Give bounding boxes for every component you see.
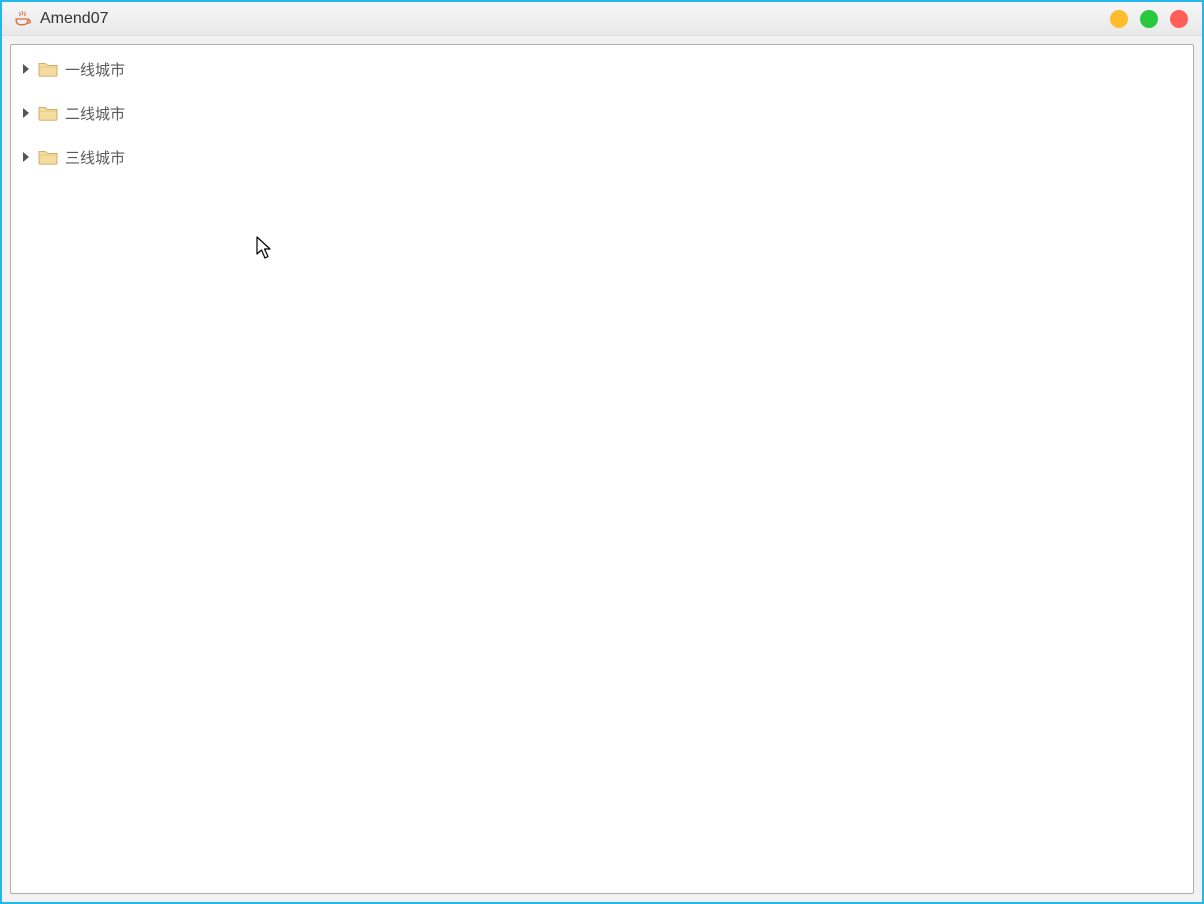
- chevron-right-icon[interactable]: [23, 64, 29, 74]
- java-cup-icon: [12, 9, 32, 29]
- tree-item-label: 三线城市: [65, 147, 125, 168]
- tree-view[interactable]: 一线城市 二线城市: [10, 44, 1194, 894]
- content-area: 一线城市 二线城市: [2, 36, 1202, 902]
- tree-item-tier1-cities[interactable]: 一线城市: [17, 53, 1187, 85]
- titlebar[interactable]: Amend07: [2, 2, 1202, 36]
- tree-item-tier2-cities[interactable]: 二线城市: [17, 97, 1187, 129]
- title-left-group: Amend07: [12, 9, 109, 29]
- tree-item-label: 一线城市: [65, 59, 125, 80]
- chevron-right-icon[interactable]: [23, 152, 29, 162]
- tree-item-tier3-cities[interactable]: 三线城市: [17, 141, 1187, 173]
- window-controls: [1110, 10, 1194, 28]
- maximize-button[interactable]: [1140, 10, 1158, 28]
- window-title: Amend07: [40, 10, 109, 28]
- folder-icon: [37, 60, 59, 78]
- folder-icon: [37, 148, 59, 166]
- window-frame: Amend07 一线城市: [0, 0, 1204, 904]
- minimize-button[interactable]: [1110, 10, 1128, 28]
- folder-icon: [37, 104, 59, 122]
- close-button[interactable]: [1170, 10, 1188, 28]
- chevron-right-icon[interactable]: [23, 108, 29, 118]
- tree-item-label: 二线城市: [65, 103, 125, 124]
